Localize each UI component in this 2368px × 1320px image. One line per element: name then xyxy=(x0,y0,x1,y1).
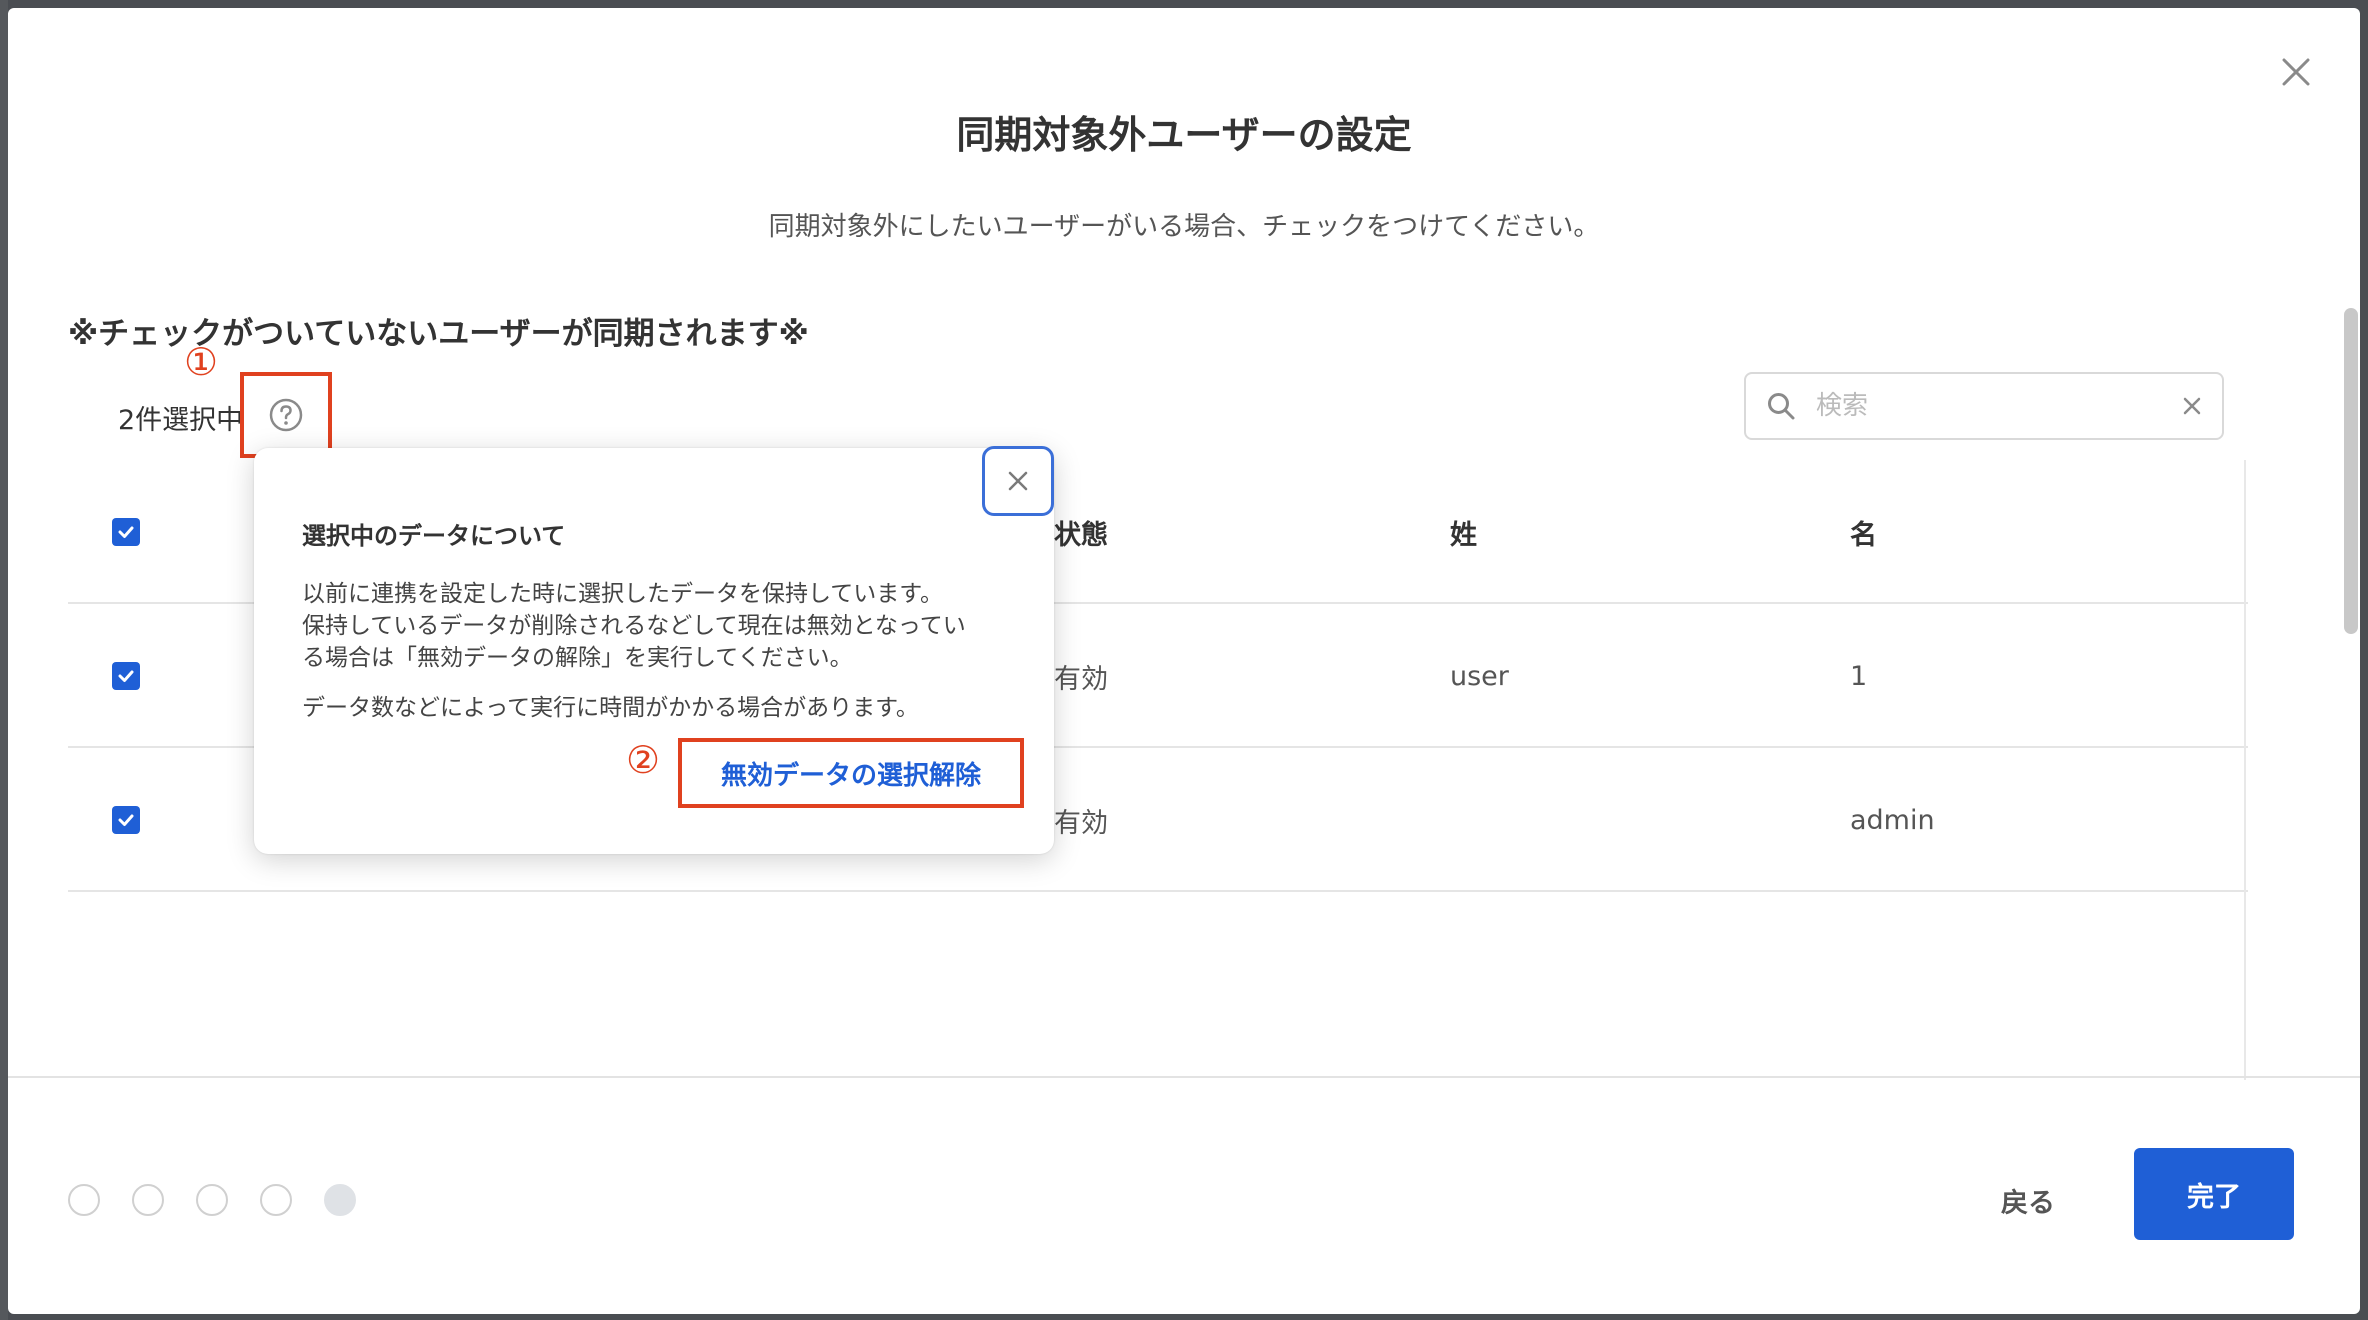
popover-body-line: 保持しているデータが削除されるなどして現在は無効となってい xyxy=(302,613,966,639)
annotation-marker-2: ② xyxy=(626,738,661,782)
modal-scrollbar-thumb[interactable] xyxy=(2344,308,2358,634)
popover-close-button[interactable] xyxy=(982,446,1054,516)
footer-divider xyxy=(8,1076,2360,1078)
sync-notice: ※チェックがついていないユーザーが同期されます※ xyxy=(68,316,809,352)
step-dot-current xyxy=(324,1184,356,1216)
step-dot xyxy=(260,1184,292,1216)
check-icon xyxy=(118,526,134,538)
cell-status: 有効 xyxy=(1054,807,1108,839)
deselect-invalid-data-button[interactable]: 無効データの選択解除 xyxy=(678,738,1024,808)
search-box xyxy=(1744,372,2224,440)
done-button[interactable]: 完了 xyxy=(2134,1148,2294,1240)
sync-exclusion-modal: 同期対象外ユーザーの設定 同期対象外にしたいユーザーがいる場合、チェックをつけて… xyxy=(8,8,2360,1314)
modal-title: 同期対象外ユーザーの設定 xyxy=(956,113,1412,157)
cell-first-name: 1 xyxy=(1850,660,1868,692)
step-dot xyxy=(68,1184,100,1216)
select-all-checkbox[interactable] xyxy=(112,518,140,546)
search-icon xyxy=(1746,374,1816,438)
column-header-first-name[interactable]: 名 xyxy=(1850,460,1877,604)
search-input[interactable] xyxy=(1816,391,2162,421)
cell-last-name: user xyxy=(1450,660,1509,692)
popover-body-line: 以前に連携を設定した時に選択したデータを保持しています。 xyxy=(302,581,944,607)
selected-count: 2件選択中 xyxy=(118,405,244,436)
cell-first-name: admin xyxy=(1850,804,1935,836)
question-circle-icon xyxy=(269,398,303,432)
backdrop xyxy=(0,0,8,1320)
step-dot xyxy=(132,1184,164,1216)
search-clear-button[interactable] xyxy=(2162,374,2222,438)
row-checkbox[interactable] xyxy=(112,806,140,834)
table-scrollbar[interactable] xyxy=(2244,460,2272,1080)
close-icon xyxy=(2282,58,2310,86)
help-button[interactable] xyxy=(240,372,332,458)
check-icon xyxy=(118,814,134,826)
selection-info-popover: 選択中のデータについて 以前に連携を設定した時に選択したデータを保持しています。… xyxy=(254,446,1054,854)
column-header-last-name[interactable]: 姓 xyxy=(1450,460,1477,604)
column-header-status[interactable]: 状態 xyxy=(1054,460,1108,604)
cell-status: 有効 xyxy=(1054,663,1108,695)
popover-note: データ数などによって実行に時間がかかる場合があります。 xyxy=(302,695,919,721)
popover-body: 以前に連携を設定した時に選択したデータを保持しています。 保持しているデータが削… xyxy=(302,578,1002,674)
popover-body-line: る場合は「無効データの解除」を実行してください。 xyxy=(302,645,853,671)
step-indicator xyxy=(68,1184,356,1216)
clear-icon xyxy=(2183,397,2201,415)
row-checkbox[interactable] xyxy=(112,662,140,690)
modal-close-button[interactable] xyxy=(2268,44,2324,100)
step-dot xyxy=(196,1184,228,1216)
modal-subtitle: 同期対象外にしたいユーザーがいる場合、チェックをつけてください。 xyxy=(768,212,1600,242)
back-button[interactable]: 戻る xyxy=(1968,1156,2088,1244)
close-icon xyxy=(1008,471,1028,491)
check-icon xyxy=(118,670,134,682)
annotation-marker-1: ① xyxy=(184,340,219,384)
popover-title: 選択中のデータについて xyxy=(302,522,566,550)
